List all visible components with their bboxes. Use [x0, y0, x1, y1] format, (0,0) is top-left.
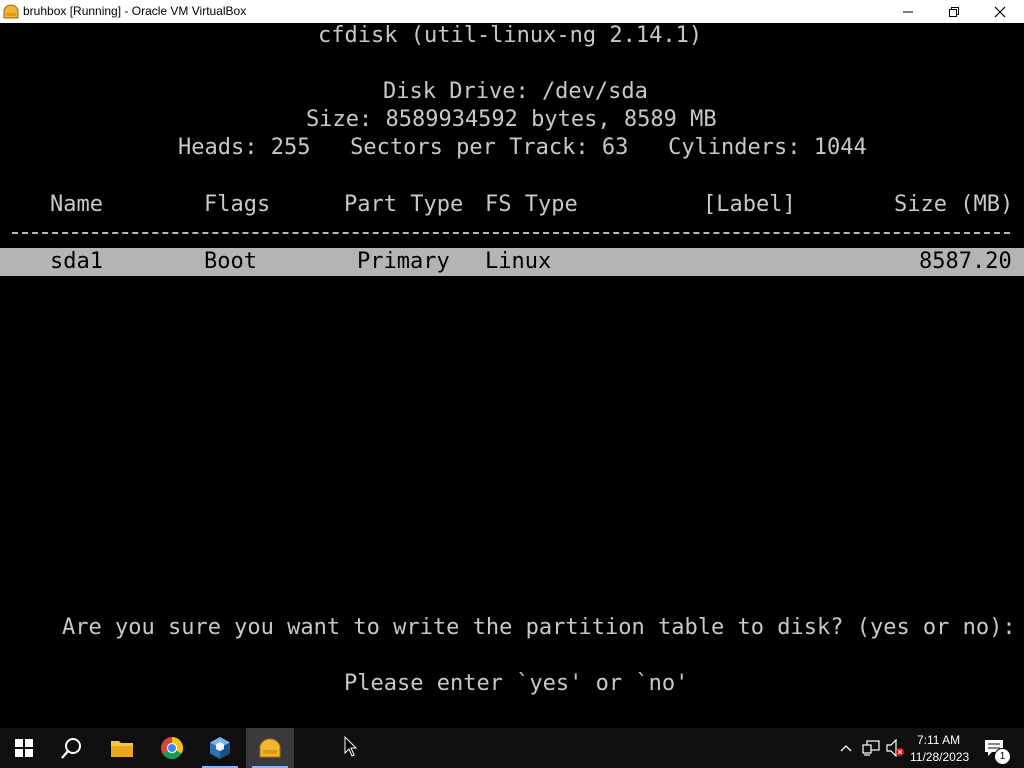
clock[interactable]: 7:11 AM 11/28/2023 — [906, 731, 972, 765]
virtualbox-vm-icon — [3, 4, 19, 19]
chevron-up-icon[interactable] — [840, 744, 852, 752]
column-header-size: Size (MB) — [894, 192, 1014, 217]
mouse-cursor-icon — [344, 736, 358, 757]
partition-name: sda1 — [50, 249, 103, 274]
taskbar: 7:11 AM 11/28/2023 1 — [0, 728, 1024, 768]
restore-button[interactable] — [931, 0, 977, 23]
search-button[interactable] — [48, 728, 96, 768]
taskbar-chrome[interactable] — [148, 728, 196, 768]
close-icon — [994, 6, 1006, 18]
network-icon[interactable] — [862, 740, 880, 756]
write-confirmation-prompt[interactable]: Are you sure you want to write the parti… — [62, 614, 1024, 642]
partition-row-selected[interactable]: sda1 Boot Primary Linux 8587.20 — [0, 248, 1024, 276]
window-titlebar[interactable]: bruhbox [Running] - Oracle VM VirtualBox — [0, 0, 1024, 23]
disk-size-line: Size: 8589934592 bytes, 8589 MB — [306, 107, 717, 132]
partition-flags: Boot — [204, 249, 257, 274]
action-center-button[interactable]: 1 — [976, 728, 1020, 768]
volume-muted-icon[interactable] — [886, 739, 904, 757]
column-header-label: [Label] — [703, 192, 796, 217]
taskbar-virtualbox-manager[interactable] — [196, 728, 244, 768]
notification-badge: 1 — [994, 748, 1011, 765]
clock-time: 7:11 AM — [917, 733, 961, 747]
column-header-fs-type: FS Type — [485, 192, 578, 217]
clock-date: 11/28/2023 — [910, 750, 970, 764]
partition-fs-type: Linux — [485, 249, 552, 274]
virtualbox-cube-icon — [210, 737, 230, 759]
window-title: bruhbox [Running] - Oracle VM VirtualBox — [23, 4, 247, 18]
validation-message: Please enter `yes' or `no' — [344, 671, 689, 696]
partition-size: 8587.20 — [919, 249, 1012, 274]
windows-logo-icon — [15, 739, 33, 757]
close-button[interactable] — [977, 0, 1023, 23]
start-button[interactable] — [0, 728, 48, 768]
taskbar-file-explorer[interactable] — [98, 728, 146, 768]
restore-icon — [949, 7, 959, 17]
notification-count: 1 — [999, 751, 1006, 762]
virtualbox-vm-icon — [259, 738, 281, 758]
minimize-icon — [903, 11, 913, 13]
partition-part-type: Primary — [357, 249, 450, 274]
folder-icon — [111, 741, 133, 757]
taskbar-virtualbox-vm[interactable] — [246, 728, 294, 768]
cfdisk-header: cfdisk (util-linux-ng 2.14.1) — [318, 23, 703, 48]
column-header-flags: Flags — [204, 192, 271, 217]
disk-drive-line: Disk Drive: /dev/sda — [383, 79, 648, 104]
search-icon — [61, 738, 81, 759]
column-header-part-type: Part Type — [344, 192, 464, 217]
column-header-name: Name — [50, 192, 103, 217]
table-divider — [12, 232, 1010, 234]
disk-geometry-line: Heads: 255 Sectors per Track: 63 Cylinde… — [178, 135, 867, 160]
minimize-button[interactable] — [885, 0, 931, 23]
chrome-icon — [161, 737, 183, 759]
